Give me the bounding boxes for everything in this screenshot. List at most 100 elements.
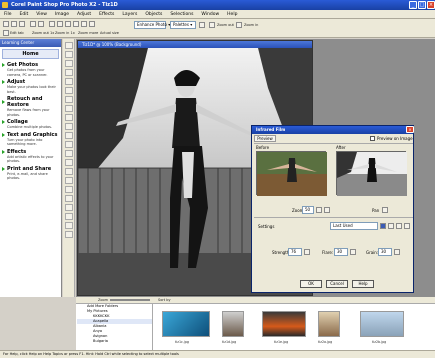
lc-section-adjust[interactable]: Adjust Make your photos look their best. xyxy=(0,78,61,95)
menu-edit[interactable]: Edit xyxy=(20,12,29,17)
lc-section-get-photos[interactable]: Get Photos Get photos from your camera, … xyxy=(0,61,61,78)
cancel-button[interactable]: Cancel xyxy=(326,280,348,288)
window-icon[interactable] xyxy=(199,22,205,28)
pan-tool-icon[interactable] xyxy=(65,42,73,49)
flare-field[interactable]: 30 xyxy=(334,248,348,256)
maximize-button[interactable]: □ xyxy=(418,1,426,9)
sort-label[interactable]: Sort by xyxy=(158,298,171,302)
adjust-icon[interactable] xyxy=(89,21,95,27)
menu-layers[interactable]: Layers xyxy=(122,12,137,17)
zoom-tool-icon[interactable] xyxy=(65,51,73,58)
options-icon[interactable] xyxy=(404,223,410,229)
actual-size-label[interactable]: Actual size xyxy=(100,31,119,35)
scratch-remover-icon[interactable] xyxy=(65,150,73,157)
zoom-in-icon[interactable] xyxy=(324,207,330,213)
pan-icon[interactable] xyxy=(382,207,388,213)
edit-tab-icon[interactable] xyxy=(3,30,9,36)
lc-section-text-graphics[interactable]: Text and Graphics Turn your photo into s… xyxy=(0,131,61,148)
after-preview[interactable] xyxy=(336,151,407,196)
menu-view[interactable]: View xyxy=(36,12,47,17)
zoom-in-icon[interactable] xyxy=(236,22,242,28)
zoom-out-1x-label[interactable]: Zoom out 1x xyxy=(32,31,54,35)
clone-brush-icon[interactable] xyxy=(65,141,73,148)
text-tool-icon[interactable] xyxy=(65,213,73,220)
strength-spinner-icon[interactable] xyxy=(304,249,310,255)
minimize-button[interactable]: _ xyxy=(409,1,417,9)
pen-tool-icon[interactable] xyxy=(65,231,73,238)
flare-spinner-icon[interactable] xyxy=(350,249,356,255)
menu-selections[interactable]: Selections xyxy=(170,12,193,17)
move-tool-icon[interactable] xyxy=(65,69,73,76)
dodge-brush-icon[interactable] xyxy=(65,159,73,166)
home-button[interactable]: Home xyxy=(2,49,59,59)
lc-section-collage[interactable]: Collage Combine multiple photos. xyxy=(0,118,61,131)
tab-preview[interactable]: Preview xyxy=(254,135,276,142)
zoom-out-icon[interactable] xyxy=(209,22,215,28)
pick-tool-icon[interactable] xyxy=(65,60,73,67)
menu-adjust[interactable]: Adjust xyxy=(77,12,91,17)
divider xyxy=(254,217,413,218)
airbrush-icon[interactable] xyxy=(65,177,73,184)
paint-brush-icon[interactable] xyxy=(65,168,73,175)
selection-tool-icon[interactable] xyxy=(65,78,73,85)
strength-field[interactable]: 76 xyxy=(288,248,302,256)
new-icon[interactable] xyxy=(3,21,9,27)
warp-brush-icon[interactable] xyxy=(65,186,73,193)
eraser-tool-icon[interactable] xyxy=(65,195,73,202)
menu-window[interactable]: Window xyxy=(201,12,219,17)
save-icon[interactable] xyxy=(19,21,25,27)
lc-section-print-share[interactable]: Print and Share Print, e-mail, and share… xyxy=(0,165,61,182)
edit-tab-label[interactable]: Edit tab xyxy=(10,31,24,35)
zoom-field[interactable]: 50 xyxy=(302,206,314,214)
perspective-tool-icon[interactable] xyxy=(65,114,73,121)
makeover-tool-icon[interactable] xyxy=(65,132,73,139)
dialog-close-button[interactable]: × xyxy=(406,126,414,133)
thumbnail[interactable] xyxy=(262,311,306,337)
straighten-tool-icon[interactable] xyxy=(65,105,73,112)
enhance-photo-dropdown[interactable]: Enhance Photo ▾ xyxy=(134,21,170,29)
before-preview[interactable] xyxy=(256,151,327,196)
print-icon[interactable] xyxy=(49,21,55,27)
menu-effects[interactable]: Effects xyxy=(99,12,114,17)
tree-item[interactable]: Bulgaria xyxy=(77,339,152,344)
preview-on-image-checkbox[interactable] xyxy=(370,136,375,141)
browse-icon[interactable] xyxy=(73,21,79,27)
dropper-tool-icon[interactable] xyxy=(65,87,73,94)
close-button[interactable]: × xyxy=(427,1,435,9)
lc-section-effects[interactable]: Effects Add artistic effects to your pho… xyxy=(0,148,61,165)
lc-section-retouch[interactable]: Retouch and Restore Remove flaws from yo… xyxy=(0,95,61,118)
zoom-out-icon[interactable] xyxy=(316,207,322,213)
shape-tool-icon[interactable] xyxy=(65,222,73,229)
zoom-in-label[interactable]: Zoom in xyxy=(244,23,258,27)
flood-fill-icon[interactable] xyxy=(65,204,73,211)
undo-icon[interactable] xyxy=(30,21,36,27)
menu-image[interactable]: Image xyxy=(55,12,69,17)
ok-button[interactable]: OK xyxy=(300,280,322,288)
save-preset-icon[interactable] xyxy=(380,223,386,229)
palettes-dropdown[interactable]: Palettes ▾ xyxy=(170,21,196,29)
help-button[interactable]: Help xyxy=(352,280,374,288)
email-icon[interactable] xyxy=(57,21,63,27)
randomize-icon[interactable] xyxy=(396,223,402,229)
menu-objects[interactable]: Objects xyxy=(145,12,162,17)
redo-icon[interactable] xyxy=(38,21,44,27)
thumbnail[interactable] xyxy=(360,311,404,337)
grain-spinner-icon[interactable] xyxy=(394,249,400,255)
zoom-more-label[interactable]: Zoom more xyxy=(78,31,98,35)
reset-icon[interactable] xyxy=(388,223,394,229)
grain-field[interactable]: 30 xyxy=(378,248,392,256)
zoom-out-label[interactable]: Zoom out xyxy=(217,23,234,27)
thumbnail[interactable] xyxy=(222,311,244,337)
thumbnail[interactable] xyxy=(318,311,340,337)
open-icon[interactable] xyxy=(11,21,17,27)
scan-icon[interactable] xyxy=(65,21,71,27)
organizer-icon[interactable] xyxy=(81,21,87,27)
red-eye-tool-icon[interactable] xyxy=(65,123,73,130)
zoom-in-1x-label[interactable]: Zoom in 1x xyxy=(55,31,75,35)
settings-dropdown[interactable]: Last Used xyxy=(330,222,378,230)
menu-file[interactable]: File xyxy=(4,12,12,17)
thumbnail[interactable] xyxy=(162,311,210,337)
zoom-slider[interactable] xyxy=(110,299,150,301)
crop-tool-icon[interactable] xyxy=(65,96,73,103)
menu-help[interactable]: Help xyxy=(227,12,237,17)
